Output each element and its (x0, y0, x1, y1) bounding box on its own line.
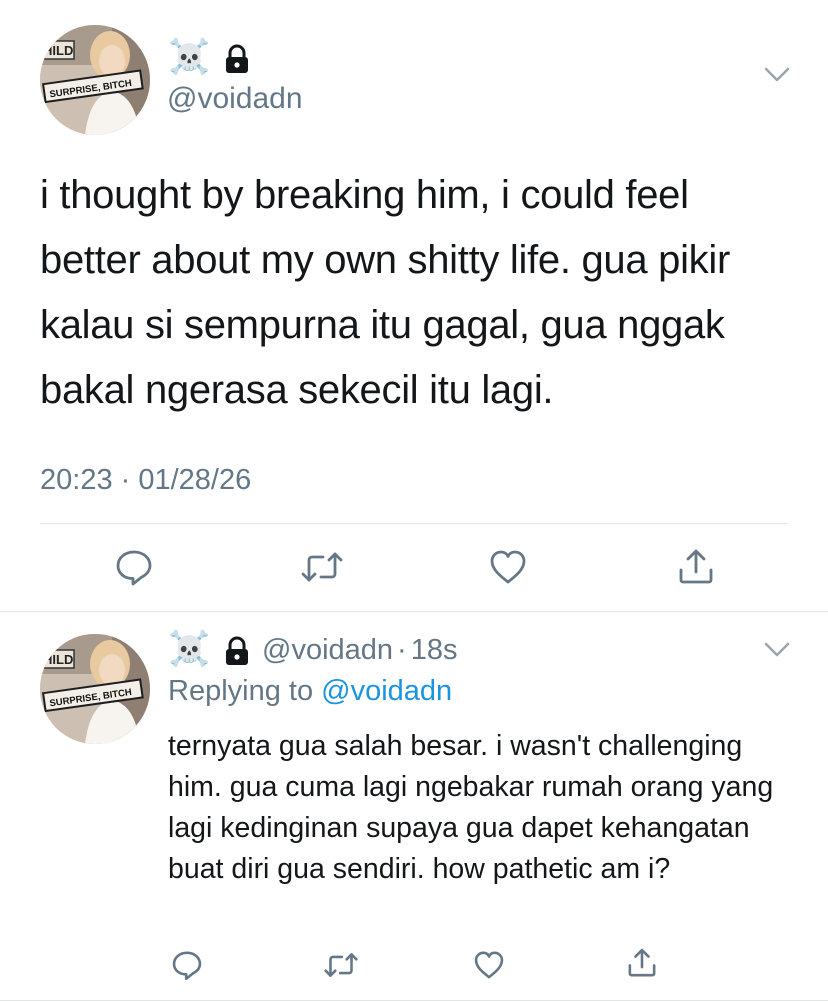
tweet-text: i thought by breaking him, i could feel … (40, 173, 730, 412)
retweet-icon[interactable] (299, 546, 345, 588)
lock-icon (222, 636, 252, 666)
reply-icon[interactable] (170, 948, 204, 982)
share-icon[interactable] (625, 946, 659, 980)
avatar-partial-text: HILD (43, 43, 73, 58)
tweet-timestamp[interactable]: 20:23 · 01/28/26 (40, 464, 251, 497)
reply-icon[interactable] (113, 546, 155, 588)
retweet-icon[interactable] (322, 948, 360, 982)
skull-emoji: ☠️ (168, 38, 211, 76)
skull-emoji: ☠️ (168, 630, 211, 668)
lock-icon (222, 44, 252, 74)
divider (40, 523, 788, 524)
separator-dot: · (397, 634, 407, 666)
avatar-partial-text: HILD (43, 652, 73, 667)
share-icon[interactable] (675, 546, 717, 588)
like-icon[interactable] (472, 948, 506, 982)
reply-text: ternyata gua salah besar. i wasn't chall… (168, 730, 774, 885)
author-handle[interactable]: @voidadn (167, 82, 303, 116)
chevron-down-icon[interactable] (764, 66, 790, 89)
replying-to-label: Replying to (168, 675, 314, 707)
replying-to: Replying to @voidadn (168, 675, 452, 708)
reply-handle[interactable]: @voidadn (262, 634, 393, 666)
reply-header: @voidadn · 18s (262, 634, 457, 667)
divider (0, 1000, 828, 1001)
like-icon[interactable] (487, 546, 529, 588)
divider (0, 611, 828, 612)
reply-avatar[interactable]: HILD SURPRISE, BITCH (40, 634, 150, 744)
reply-time[interactable]: 18s (411, 634, 458, 666)
replying-to-handle[interactable]: @voidadn (321, 675, 452, 707)
avatar[interactable]: HILD SURPRISE, BITCH (40, 25, 150, 135)
chevron-down-icon[interactable] (764, 641, 790, 664)
